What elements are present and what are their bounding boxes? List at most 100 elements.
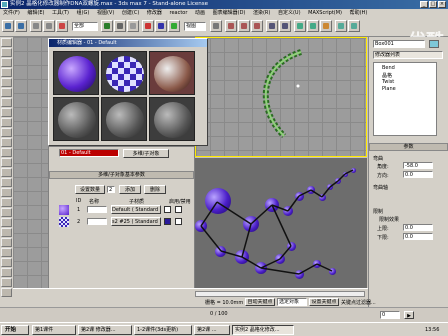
viewport-perspective[interactable] [195, 158, 367, 288]
menu-file[interactable]: 文件(F) [3, 10, 20, 16]
selection-filter-dropdown[interactable]: 全部 [72, 22, 98, 31]
percent-snap-button[interactable] [251, 20, 263, 32]
direction-field[interactable]: 0.0 [403, 171, 433, 178]
set-key-button[interactable]: 设置关键点 [309, 298, 339, 306]
tab-button-19[interactable] [1, 218, 12, 227]
submat-button[interactable]: s2 #25 ( Standard ) [111, 217, 161, 226]
material-slot-6[interactable] [149, 97, 195, 141]
tab-button-5[interactable] [1, 78, 12, 87]
menu-edit[interactable]: 编辑(E) [27, 10, 44, 16]
tab-button-21[interactable] [1, 238, 12, 247]
tab-button-10[interactable] [1, 128, 12, 137]
material-slot-3[interactable] [149, 51, 195, 95]
row-color-swatch[interactable] [164, 206, 171, 213]
region-select-button[interactable] [127, 20, 139, 32]
align-button[interactable] [279, 20, 291, 32]
taskbar-item-active[interactable]: 实例2 晶格化修改... [232, 325, 294, 335]
material-slot-5[interactable] [101, 97, 147, 141]
tab-button-24[interactable] [1, 268, 12, 277]
maximize-button[interactable]: □ [429, 1, 437, 8]
row-enable-checkbox[interactable] [175, 206, 182, 213]
tab-button-9[interactable] [1, 118, 12, 127]
key-filters-label[interactable]: 关键点过滤器... [341, 299, 376, 306]
menu-views[interactable]: 视图(V) [97, 10, 114, 16]
quick-render-button[interactable] [348, 20, 360, 32]
menu-graph-editors[interactable]: 图表编辑器(D) [213, 10, 246, 16]
current-time-field[interactable]: 0 [380, 311, 400, 319]
stack-item-plane[interactable]: Plane [382, 86, 396, 92]
tab-button-20[interactable] [1, 228, 12, 237]
time-slider[interactable] [195, 291, 365, 297]
set-count-button[interactable]: 设置数量 [75, 185, 105, 194]
row-color-swatch[interactable] [164, 218, 171, 225]
submat-button[interactable]: Default ( Standard ) [111, 205, 161, 214]
angle-field[interactable]: -58.0 [403, 162, 433, 169]
tab-button-7[interactable] [1, 98, 12, 107]
taskbar-item[interactable]: 第2课 修改器... [78, 325, 132, 335]
tab-button-18[interactable] [1, 208, 12, 217]
tab-button-13[interactable] [1, 158, 12, 167]
start-button[interactable]: 开始 [1, 325, 29, 335]
row-enable-checkbox[interactable] [175, 218, 182, 225]
stack-item-bend[interactable]: Bend [382, 65, 395, 71]
tab-button-22[interactable] [1, 248, 12, 257]
stack-item-twist[interactable]: Twist [382, 79, 394, 85]
menu-rendering[interactable]: 渲染(R) [253, 10, 270, 16]
limit-effect-checkbox[interactable]: 限制效果 [379, 216, 399, 223]
menu-maxscript[interactable]: MAXScript(M) [308, 10, 342, 16]
upper-limit-field[interactable]: 0.0 [403, 224, 433, 231]
tab-button-25[interactable] [1, 278, 12, 287]
select-button[interactable] [101, 20, 113, 32]
tab-button-15[interactable] [1, 178, 12, 187]
rotate-button[interactable] [155, 20, 167, 32]
render-scene-button[interactable] [335, 20, 347, 32]
link-button[interactable] [30, 20, 42, 32]
viewport-top[interactable] [195, 37, 367, 157]
stack-item-lattice[interactable]: 晶格 [382, 72, 392, 79]
material-type-button[interactable]: 多维/子对象 [123, 149, 169, 158]
schematic-button[interactable] [307, 20, 319, 32]
material-slot-4[interactable] [53, 97, 99, 141]
move-button[interactable] [142, 20, 154, 32]
minimize-button[interactable]: _ [420, 1, 428, 8]
angle-snap-button[interactable] [238, 20, 250, 32]
taskbar-item[interactable]: 第2课 ... [194, 325, 230, 335]
auto-key-button[interactable]: 自动关键点 [245, 298, 275, 306]
taskbar-item[interactable]: 第1课件 [32, 325, 76, 335]
taskbar-item[interactable]: 1-2课件(3ds更新) [134, 325, 192, 335]
tab-button-14[interactable] [1, 168, 12, 177]
object-name-field[interactable]: Box001 [373, 40, 425, 48]
reference-coord-dropdown[interactable]: 视图 [184, 22, 206, 31]
tab-button-23[interactable] [1, 258, 12, 267]
mirror-button[interactable] [266, 20, 278, 32]
snap-button[interactable] [225, 20, 237, 32]
curve-editor-button[interactable] [294, 20, 306, 32]
tab-button-26[interactable] [1, 288, 12, 297]
undo-button[interactable] [2, 20, 14, 32]
material-editor-button[interactable] [320, 20, 332, 32]
multisub-rollout-header[interactable]: 多维/子对象基本参数 [49, 171, 194, 179]
select-by-name-button[interactable] [114, 20, 126, 32]
menu-tools[interactable]: 工具(T) [52, 10, 69, 16]
row-name-field[interactable] [87, 218, 107, 225]
object-color-swatch[interactable] [429, 40, 439, 48]
selected-dropdown[interactable]: 选定对象 [277, 298, 307, 306]
scale-button[interactable] [168, 20, 180, 32]
tab-button-16[interactable] [1, 188, 12, 197]
menu-create[interactable]: 创建(C) [122, 10, 139, 16]
material-slot-2[interactable] [101, 51, 147, 95]
tab-button-11[interactable] [1, 138, 12, 147]
menu-group[interactable]: 组(G) [77, 10, 90, 16]
params-rollout-header[interactable]: 参数 [369, 143, 448, 151]
play-button[interactable]: ▶ [404, 311, 414, 319]
tab-button-1[interactable] [1, 38, 12, 47]
redo-button[interactable] [15, 20, 27, 32]
material-name-field[interactable]: 01 - Default [59, 149, 119, 157]
tab-button-2[interactable] [1, 48, 12, 57]
lower-limit-field[interactable]: 0.0 [403, 233, 433, 240]
row-name-field[interactable] [87, 206, 107, 213]
menu-customize[interactable]: 自定义(U) [278, 10, 301, 16]
unlink-button[interactable] [43, 20, 55, 32]
menu-animation[interactable]: 动画 [195, 10, 205, 16]
menu-reactor[interactable]: reactor [170, 10, 188, 16]
